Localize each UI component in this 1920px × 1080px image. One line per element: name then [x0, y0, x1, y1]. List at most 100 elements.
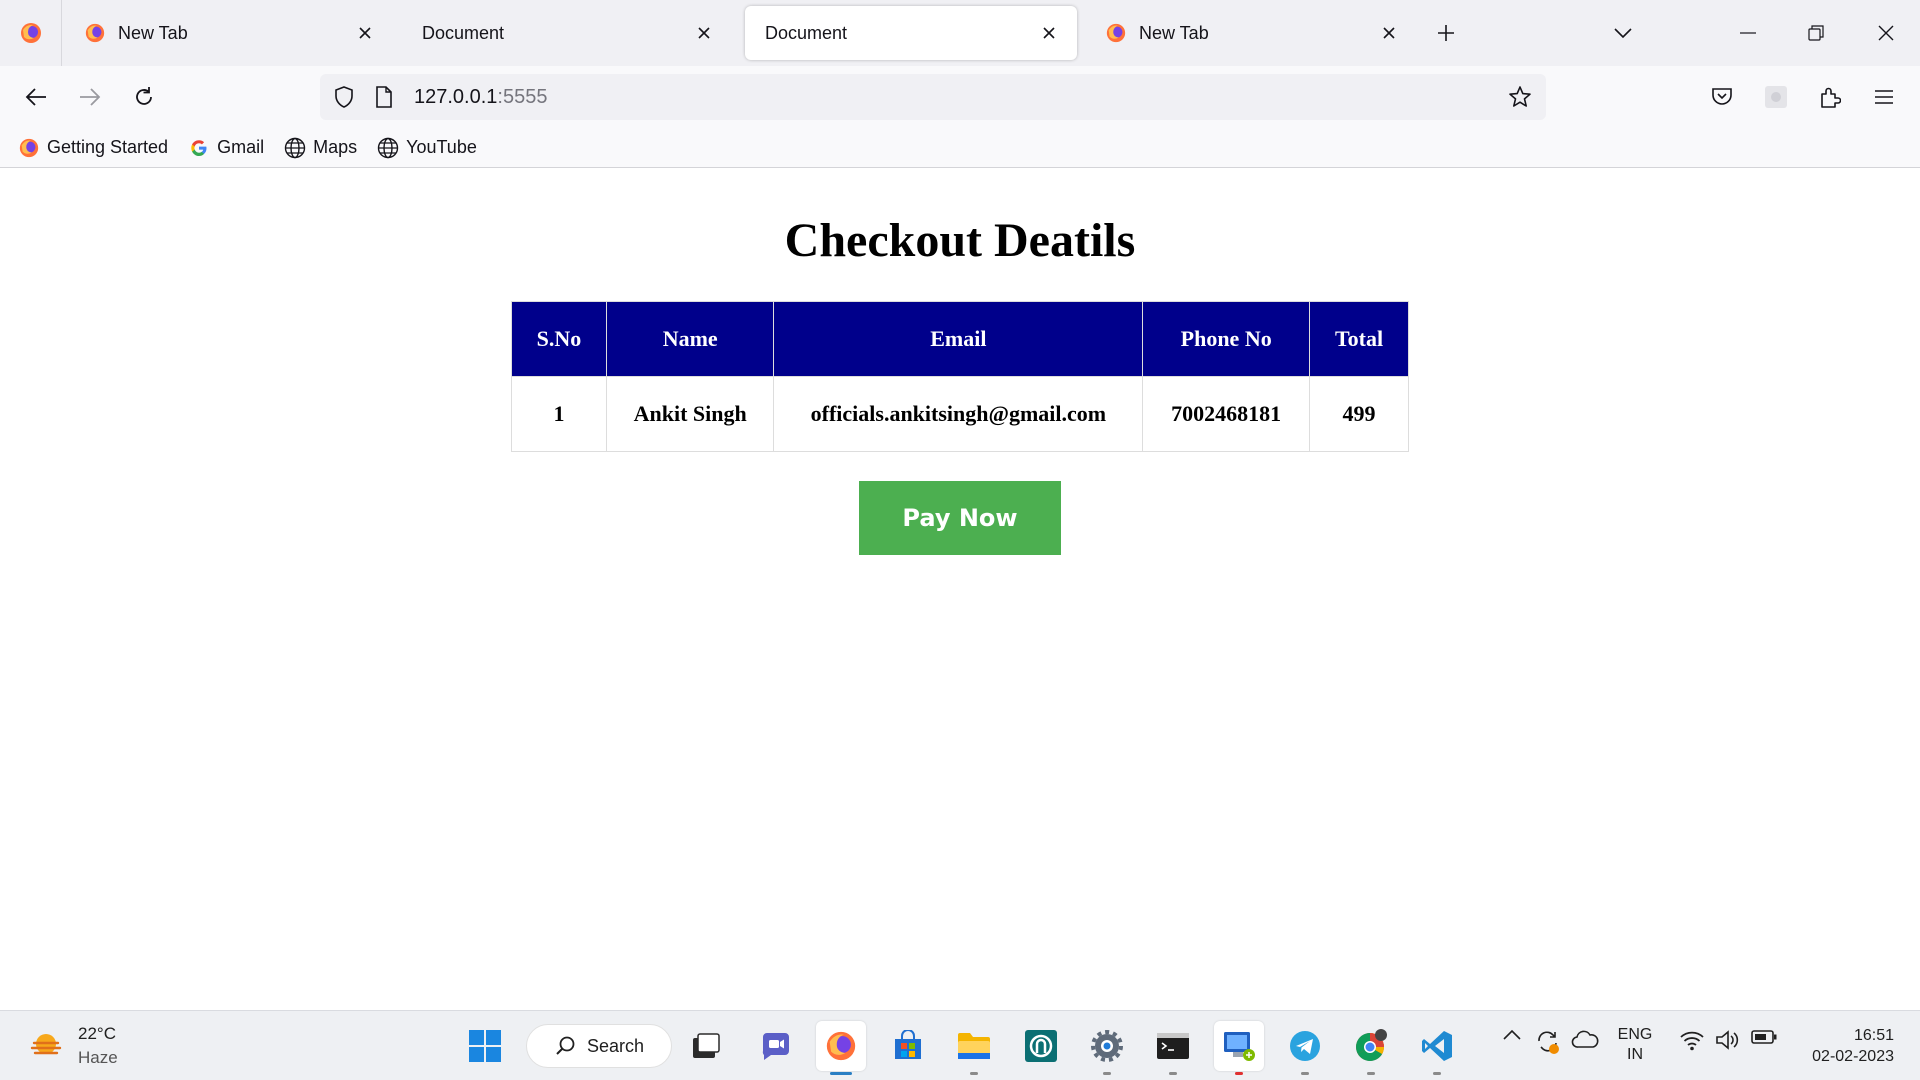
close-tab-icon[interactable]: [1377, 21, 1401, 45]
firefox-icon: [826, 1031, 856, 1061]
menu-button[interactable]: [1864, 77, 1904, 117]
taskbar-vscode[interactable]: [1412, 1021, 1462, 1075]
windows-taskbar: 22°C Haze Search ENG IN 16:51 02-02-2023: [0, 1010, 1920, 1080]
extensions-button[interactable]: [1810, 77, 1850, 117]
pocket-button[interactable]: [1702, 77, 1742, 117]
navigation-toolbar: 127.0.0.1:5555: [0, 66, 1920, 128]
column-header-phone: Phone No: [1142, 301, 1311, 377]
restore-button[interactable]: [1794, 12, 1838, 54]
onedrive-tray-icon[interactable]: [1570, 1029, 1600, 1049]
new-tab-button[interactable]: [1430, 17, 1462, 49]
account-button[interactable]: [1756, 77, 1796, 117]
taskbar-store[interactable]: [883, 1021, 933, 1071]
volume-tray-icon[interactable]: [1714, 1029, 1742, 1051]
running-indicator: [830, 1072, 852, 1075]
close-tab-icon[interactable]: [1037, 21, 1061, 45]
reload-button[interactable]: [124, 77, 164, 117]
taskbar-chrome[interactable]: [1346, 1021, 1396, 1075]
url-text[interactable]: 127.0.0.1:5555: [414, 86, 547, 109]
bookmark-gmail[interactable]: Gmail: [188, 132, 264, 164]
clock[interactable]: 16:51 02-02-2023: [1790, 1025, 1894, 1067]
list-all-tabs-button[interactable]: [1607, 17, 1639, 49]
tab-document-active[interactable]: Document: [745, 6, 1077, 60]
tab-label: Document: [765, 22, 848, 43]
haze-sun-icon: [30, 1034, 62, 1055]
tab-new-tab-1[interactable]: New Tab: [66, 6, 393, 60]
firefox-icon: [85, 23, 105, 43]
column-header-sno: S.No: [511, 301, 607, 377]
gear-icon: [1091, 1030, 1123, 1062]
close-window-button[interactable]: [1864, 12, 1908, 54]
close-tab-icon[interactable]: [692, 21, 716, 45]
chat-icon: [762, 1033, 789, 1060]
back-button[interactable]: [16, 77, 56, 117]
search-label: Search: [587, 1035, 645, 1056]
bookmarks-toolbar: Getting Started Gmail Maps YouTube: [0, 128, 1920, 168]
bookmark-label: Gmail: [217, 137, 265, 157]
taskbar-firefox[interactable]: [816, 1021, 866, 1075]
battery-tray-icon[interactable]: [1750, 1029, 1778, 1045]
url-host: 127.0.0.1: [414, 86, 498, 108]
tab-strip: New Tab Document Document New Tab: [0, 0, 1920, 66]
bookmark-youtube[interactable]: YouTube: [377, 132, 477, 164]
running-indicator: [1301, 1072, 1309, 1075]
url-port: :5555: [497, 86, 548, 108]
telegram-icon: [1290, 1031, 1320, 1061]
tab-new-tab-2[interactable]: New Tab: [1087, 6, 1417, 60]
minimize-icon: [1740, 32, 1756, 34]
forward-button[interactable]: [70, 77, 110, 117]
running-indicator: [1169, 1072, 1177, 1075]
running-indicator: [1433, 1072, 1441, 1075]
address-bar[interactable]: 127.0.0.1:5555: [320, 74, 1546, 120]
bookmark-label: YouTube: [406, 137, 477, 157]
firefox-icon: [1106, 23, 1126, 43]
taskbar-terminal[interactable]: [1148, 1021, 1198, 1075]
close-icon: [1878, 25, 1894, 41]
taskbar-telegram[interactable]: [1280, 1021, 1330, 1075]
remote-desktop-icon: [1224, 1032, 1255, 1061]
weather-widget[interactable]: 22°C Haze: [28, 1022, 118, 1070]
taskbar-settings[interactable]: [1082, 1021, 1132, 1075]
cell-total: 499: [1309, 376, 1409, 452]
sync-tray-icon[interactable]: [1534, 1029, 1562, 1055]
bookmark-maps[interactable]: Maps: [284, 132, 357, 164]
taskbar-search[interactable]: Search: [526, 1024, 672, 1068]
bookmark-star-icon[interactable]: [1508, 85, 1532, 109]
table-row: 1 Ankit Singh officials.ankitsingh@gmail…: [511, 376, 1409, 452]
task-view-button[interactable]: [681, 1021, 731, 1071]
speaker-icon: [1716, 1030, 1739, 1050]
firefox-view-button[interactable]: [0, 0, 62, 66]
taskbar-file-explorer[interactable]: [949, 1021, 999, 1075]
show-hidden-icons-button[interactable]: [1500, 1029, 1524, 1041]
battery-icon: [1751, 1030, 1777, 1044]
tab-label: New Tab: [118, 22, 188, 43]
page-content: Checkout Deatils S.No Name Email Phone N…: [0, 169, 1920, 1010]
column-header-name: Name: [605, 301, 775, 377]
taskbar-app-teal[interactable]: [1016, 1021, 1066, 1071]
plus-icon: [1438, 25, 1454, 41]
teams-chat-button[interactable]: [751, 1021, 801, 1071]
minimize-button[interactable]: [1726, 12, 1770, 54]
taskbar-remote-desktop[interactable]: [1214, 1021, 1264, 1075]
weather-condition: Haze: [78, 1048, 118, 1067]
pay-now-button[interactable]: Pay Now: [859, 481, 1061, 555]
shield-icon[interactable]: [332, 85, 356, 109]
wifi-tray-icon[interactable]: [1678, 1029, 1706, 1051]
page-icon[interactable]: [372, 85, 396, 109]
start-button[interactable]: [460, 1021, 510, 1071]
cell-phone: 7002468181: [1142, 376, 1311, 452]
arrow-left-icon: [25, 88, 46, 106]
page-title: Checkout Deatils: [784, 214, 1136, 267]
cloud-icon: [1571, 1030, 1599, 1048]
region-code: IN: [1627, 1046, 1643, 1063]
tab-document-1[interactable]: Document: [402, 6, 732, 60]
clock-time: 16:51: [1853, 1027, 1894, 1044]
bookmark-getting-started[interactable]: Getting Started: [18, 132, 168, 164]
running-indicator: [1103, 1072, 1111, 1075]
windows-logo-icon: [469, 1030, 501, 1062]
terminal-icon: [1157, 1033, 1189, 1059]
avatar-icon: [1765, 86, 1787, 108]
close-tab-icon[interactable]: [353, 21, 377, 45]
running-indicator: [1235, 1072, 1243, 1075]
input-language-indicator[interactable]: ENG IN: [1614, 1025, 1656, 1065]
